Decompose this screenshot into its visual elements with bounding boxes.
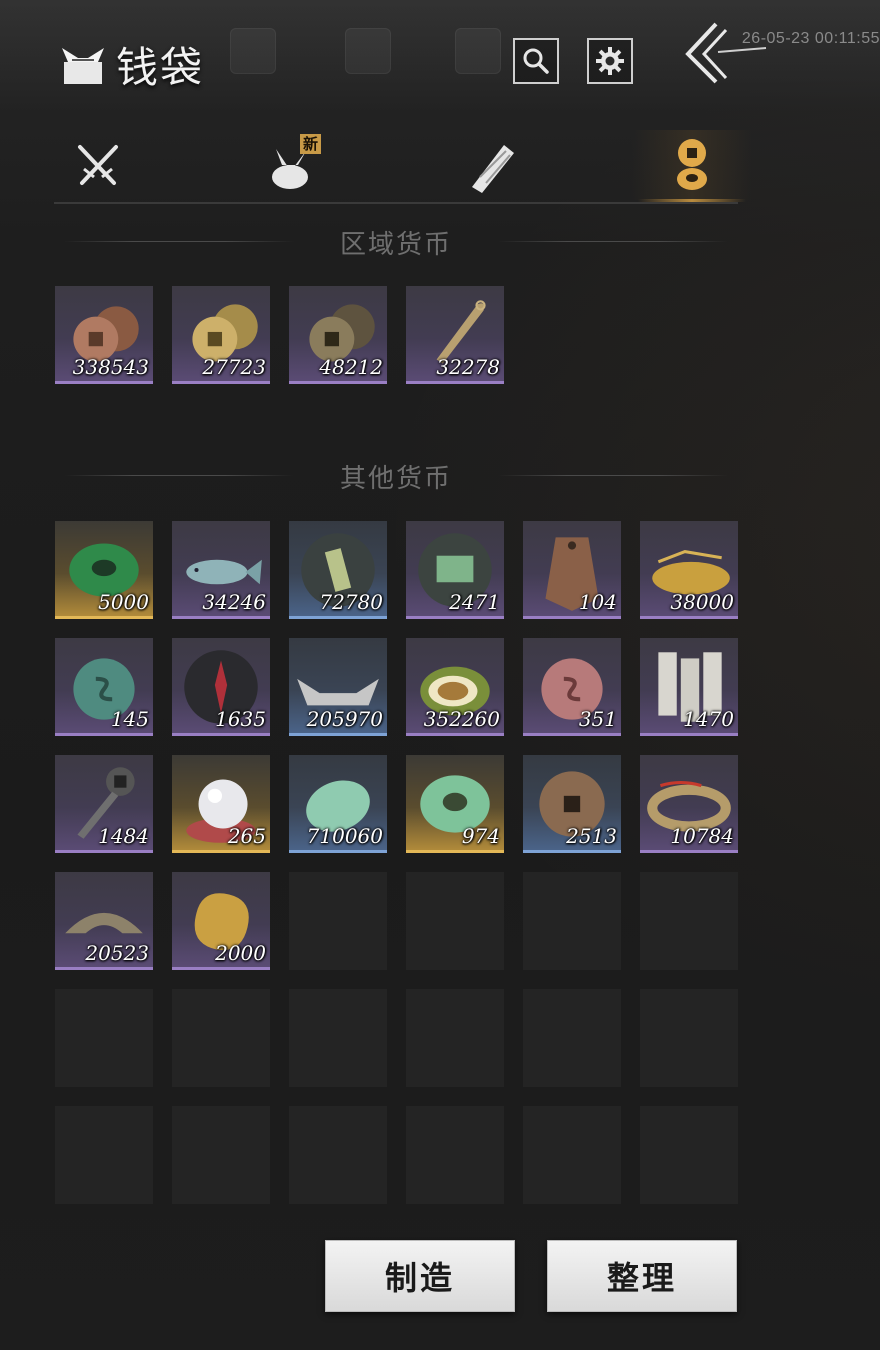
currency-slot[interactable]: 5000 — [55, 521, 153, 619]
currency-slot[interactable]: 1470 — [640, 638, 738, 736]
item-count: 5000 — [98, 590, 149, 614]
empty-slot — [55, 1106, 153, 1204]
back-button[interactable] — [678, 20, 768, 86]
crossed-swords-icon — [78, 145, 118, 185]
item-count: 265 — [227, 824, 266, 848]
double-chevron-left-icon — [685, 22, 767, 84]
item-count: 2471 — [449, 590, 500, 614]
item-count: 205970 — [306, 707, 383, 731]
background-ghost-icon — [230, 28, 276, 74]
currency-slot[interactable]: 265 — [172, 755, 270, 853]
currency-slot[interactable]: 20523 — [55, 872, 153, 970]
item-count: 1635 — [215, 707, 266, 731]
money-bag-icon — [62, 47, 104, 84]
item-count: 10784 — [670, 824, 734, 848]
currency-slot[interactable]: 32278 — [406, 286, 504, 384]
scroll-icon — [472, 145, 514, 193]
item-count: 974 — [461, 824, 500, 848]
currency-slot[interactable]: 48212 — [289, 286, 387, 384]
search-button[interactable] — [513, 38, 559, 84]
category-tabs: 新 — [54, 130, 752, 204]
empty-slot — [172, 1106, 270, 1204]
item-count: 27723 — [202, 355, 266, 379]
empty-slot — [640, 1106, 738, 1204]
currency-slot[interactable]: 351 — [523, 638, 621, 736]
item-count: 2513 — [566, 824, 617, 848]
currency-slot[interactable]: 10784 — [640, 755, 738, 853]
gear-icon — [596, 47, 624, 75]
currency-slot[interactable]: 352260 — [406, 638, 504, 736]
empty-slot — [172, 989, 270, 1087]
other-currency-heading: 其他货币 — [54, 458, 738, 495]
item-count: 145 — [110, 707, 149, 731]
currency-slot[interactable]: 38000 — [640, 521, 738, 619]
empty-slot — [289, 872, 387, 970]
tab-scrolls[interactable] — [432, 130, 552, 200]
regional-currency-heading: 区域货币 — [54, 224, 738, 261]
item-count: 710060 — [306, 824, 383, 848]
empty-slot — [640, 989, 738, 1087]
currency-slot[interactable]: 710060 — [289, 755, 387, 853]
currency-slot[interactable]: 72780 — [289, 521, 387, 619]
item-count: 34246 — [202, 590, 266, 614]
empty-slot — [523, 872, 621, 970]
currency-slot[interactable]: 338543 — [55, 286, 153, 384]
tab-bundle[interactable]: 新 — [232, 130, 352, 200]
item-count: 32278 — [436, 355, 500, 379]
empty-slot — [289, 989, 387, 1087]
item-count: 38000 — [670, 590, 734, 614]
header: 钱袋 — [58, 34, 204, 95]
item-count: 104 — [578, 590, 617, 614]
currency-slot[interactable]: 27723 — [172, 286, 270, 384]
empty-slot — [406, 872, 504, 970]
currency-slot[interactable]: 2000 — [172, 872, 270, 970]
item-count: 352260 — [423, 707, 500, 731]
currency-slot[interactable]: 1484 — [55, 755, 153, 853]
item-count: 48212 — [319, 355, 383, 379]
empty-slot — [406, 1106, 504, 1204]
item-count: 338543 — [72, 355, 149, 379]
empty-slot — [523, 989, 621, 1087]
item-count: 1484 — [98, 824, 149, 848]
currency-slot[interactable]: 205970 — [289, 638, 387, 736]
currency-slot[interactable]: 1635 — [172, 638, 270, 736]
new-badge: 新 — [300, 134, 322, 154]
item-count: 1470 — [683, 707, 734, 731]
currency-slot[interactable]: 2513 — [523, 755, 621, 853]
item-count: 20523 — [85, 941, 149, 965]
currency-slot[interactable]: 34246 — [172, 521, 270, 619]
item-count: 351 — [578, 707, 617, 731]
item-count: 72780 — [319, 590, 383, 614]
background-ghost-icon — [345, 28, 391, 74]
empty-slot — [640, 872, 738, 970]
empty-slot — [55, 989, 153, 1087]
page-title: 钱袋 — [116, 43, 205, 92]
tab-currency[interactable] — [632, 130, 752, 202]
currency-slot[interactable]: 104 — [523, 521, 621, 619]
background-ghost-icon — [455, 28, 501, 74]
empty-slot — [523, 1106, 621, 1204]
item-count: 2000 — [215, 941, 266, 965]
empty-slot — [406, 989, 504, 1087]
currency-slot[interactable]: 145 — [55, 638, 153, 736]
craft-button[interactable]: 制造 — [325, 1240, 515, 1312]
tab-equipment[interactable] — [38, 130, 158, 200]
search-icon — [523, 48, 549, 74]
sort-button[interactable]: 整理 — [547, 1240, 737, 1312]
currency-slot[interactable]: 974 — [406, 755, 504, 853]
settings-button[interactable] — [587, 38, 633, 84]
empty-slot — [289, 1106, 387, 1204]
currency-slot[interactable]: 2471 — [406, 521, 504, 619]
coins-icon — [677, 139, 707, 190]
